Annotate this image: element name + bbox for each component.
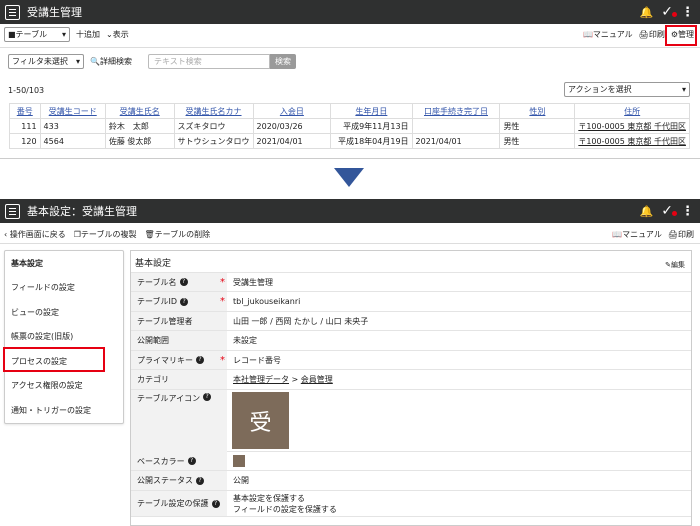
column-header[interactable]: 受講生コード bbox=[39, 103, 106, 119]
more-icon[interactable]: ⋮ bbox=[681, 5, 694, 20]
field-scope: 公開範囲 未設定 bbox=[131, 331, 691, 351]
display-button[interactable]: ⌄表示 bbox=[106, 29, 129, 40]
app-header: 受講生管理 🔔 ✓ ⋮ bbox=[0, 0, 700, 24]
table-cell: 2021/04/01 bbox=[411, 133, 501, 149]
help-icon: ? bbox=[211, 499, 220, 508]
column-header[interactable]: 生年月日 bbox=[330, 103, 413, 119]
column-header[interactable]: 受講生氏名 bbox=[104, 103, 175, 119]
column-header[interactable]: 番号 bbox=[9, 103, 41, 119]
table-cell bbox=[411, 118, 501, 134]
table-cell: 〒100-0005 東京都 千代田区 bbox=[574, 133, 690, 149]
process-highlight bbox=[3, 347, 105, 372]
print-link[interactable]: 🖨印刷 bbox=[639, 29, 665, 40]
table-row[interactable]: 111 433 鈴木 太郎 スズキタロウ 2020/03/26 平成9年11月13日 男性〒… bbox=[9, 118, 690, 134]
table-cell: サトウシュンタロウ bbox=[173, 133, 254, 149]
table-cell: 2020/03/26 bbox=[252, 118, 332, 134]
field-admins: テーブル管理者 山田 一郎 / 西岡 たかし / 山口 未央子 bbox=[131, 312, 691, 331]
record-count: 1-50/103 bbox=[8, 86, 45, 95]
settings-toolbar: ‹ 操作画面に戻る ❐テーブルの複製 🗑テーブルの削除 bbox=[4, 229, 210, 240]
table-cell: 男性 bbox=[499, 133, 576, 149]
column-header[interactable]: 性別 bbox=[499, 103, 576, 119]
menu-icon[interactable] bbox=[5, 4, 20, 20]
settings-right-links: 📖マニュアル 🖨印刷 bbox=[612, 229, 694, 240]
manage-highlight bbox=[665, 25, 697, 46]
menu-icon[interactable] bbox=[5, 203, 20, 219]
down-arrow-icon bbox=[334, 168, 364, 187]
column-header[interactable]: 入会日 bbox=[252, 103, 332, 119]
bell-icon[interactable]: 🔔 bbox=[640, 205, 654, 218]
add-button[interactable]: 十追加 bbox=[76, 29, 100, 40]
check-icon[interactable]: ✓ bbox=[661, 4, 677, 20]
settings-sidebar: 基本設定 フィールドの設定 ビューの設定 帳票の設定(旧版) プロセスの設定 ア… bbox=[4, 250, 124, 424]
color-swatch bbox=[233, 455, 245, 467]
delete-table-link[interactable]: 🗑テーブルの削除 bbox=[144, 229, 210, 240]
settings-header: 基本設定：受講生管理 🔔 ✓ ⋮ bbox=[0, 199, 700, 223]
copy-table-link[interactable]: ❐テーブルの複製 bbox=[74, 229, 137, 240]
field-status: 公開ステータス? 公開 bbox=[131, 471, 691, 491]
table-icon-preview: 受 bbox=[232, 392, 289, 449]
field-category: カテゴリ 本社管理データ > 会員管理 bbox=[131, 370, 691, 390]
records-table: 番号 受講生コード 受講生氏名 受講生氏名カナ 入会日 生年月日 口座手続き完了日 性別 住所 … bbox=[9, 103, 690, 149]
app-title: 受講生管理 bbox=[27, 6, 82, 19]
sidebar-item-fields[interactable]: フィールドの設定 bbox=[5, 276, 123, 301]
search-button[interactable]: 検索 bbox=[269, 54, 296, 69]
column-header[interactable]: 受講生氏名カナ bbox=[173, 103, 254, 119]
table-cell: 2021/04/01 bbox=[252, 133, 332, 149]
table-cell: 男性 bbox=[499, 118, 576, 134]
help-icon: ? bbox=[196, 356, 204, 364]
help-icon: ? bbox=[179, 278, 188, 286]
help-icon: ? bbox=[196, 476, 204, 485]
manual-link[interactable]: 📖マニュアル bbox=[583, 29, 633, 40]
column-header[interactable]: 口座手続き完了日 bbox=[411, 103, 501, 119]
category-link-sub[interactable]: 会員管理 bbox=[301, 374, 333, 385]
basic-settings-panel: 基本設定 ✎編集 テーブル名? * 受講生管理 テーブルID? * tbl_juko… bbox=[130, 250, 692, 526]
table-row[interactable]: 120 4564 佐藤 俊太郎 サトウシュンタロウ 2021/04/01 平成18年04月… bbox=[9, 133, 690, 149]
sidebar-item-access[interactable]: アクセス権限の設定 bbox=[5, 374, 123, 399]
sidebar-item-views[interactable]: ビューの設定 bbox=[5, 300, 123, 325]
table-cell: 433 bbox=[39, 118, 106, 134]
back-link[interactable]: ‹ 操作画面に戻る bbox=[4, 229, 66, 240]
field-table-name: テーブル名? * 受講生管理 bbox=[131, 272, 691, 292]
more-icon[interactable]: ⋮ bbox=[681, 204, 694, 219]
help-icon: ? bbox=[203, 393, 212, 401]
column-header[interactable]: 住所 bbox=[574, 103, 690, 119]
table-cell: 120 bbox=[9, 133, 41, 149]
view-select[interactable]: ■テーブル ▾ bbox=[4, 27, 70, 42]
field-primary-key: プライマリキー? * レコード番号 bbox=[131, 351, 691, 370]
sidebar-item-forms[interactable]: 帳票の設定(旧版) bbox=[5, 325, 123, 350]
panel-title: 基本設定 bbox=[135, 259, 172, 269]
help-icon: ? bbox=[187, 457, 196, 465]
field-protection: テーブル設定の保護? 基本設定を保護する フィールドの設定を保護する bbox=[131, 491, 691, 517]
edit-link[interactable]: ✎編集 bbox=[665, 260, 685, 270]
table-cell: 〒100-0005 東京都 千代田区 bbox=[574, 118, 690, 134]
help-icon: ? bbox=[180, 297, 189, 306]
records-table-wrap: 番号 受講生コード 受講生氏名 受講生氏名カナ 入会日 生年月日 口座手続き完了日 性別 住所 … bbox=[9, 103, 690, 157]
field-base-color: ベースカラー? bbox=[131, 452, 691, 471]
table-cell: 111 bbox=[9, 118, 41, 134]
table-cell: スズキタロウ bbox=[173, 118, 254, 134]
sidebar-item-basic[interactable]: 基本設定 bbox=[5, 251, 123, 276]
filter-select[interactable]: フィルタ未選択 ▾ bbox=[8, 54, 84, 69]
table-cell: 平成18年04月19日 bbox=[330, 133, 413, 149]
manual-link[interactable]: 📖マニュアル bbox=[612, 229, 662, 240]
action-select[interactable]: アクションを選択 ▾ bbox=[564, 82, 690, 97]
search-input[interactable]: テキスト検索 bbox=[147, 54, 270, 69]
bell-icon[interactable]: 🔔 bbox=[640, 6, 654, 19]
table-cell: 4564 bbox=[39, 133, 106, 149]
top-toolbar: ■テーブル ▾ 十追加 ⌄表示 bbox=[4, 27, 129, 42]
table-cell: 佐藤 俊太郎 bbox=[104, 133, 175, 149]
print-link[interactable]: 🖨印刷 bbox=[668, 229, 694, 240]
table-cell: 平成9年11月13日 bbox=[330, 118, 413, 134]
sidebar-item-notify[interactable]: 通知・トリガーの設定 bbox=[5, 398, 123, 423]
field-icon: テーブルアイコン? 受 bbox=[131, 390, 691, 452]
table-cell: 鈴木 太郎 bbox=[104, 118, 175, 134]
filter-row: フィルタ未選択 ▾ 🔍詳細検索 テキスト検索 検索 bbox=[8, 54, 296, 69]
detail-search-link[interactable]: 🔍詳細検索 bbox=[90, 56, 132, 67]
field-table-id: テーブルID? * tbl_jukouseikanri bbox=[131, 292, 691, 312]
category-link-main[interactable]: 本社管理データ bbox=[233, 374, 289, 385]
check-icon[interactable]: ✓ bbox=[661, 203, 677, 219]
settings-title: 基本設定：受講生管理 bbox=[27, 205, 137, 218]
